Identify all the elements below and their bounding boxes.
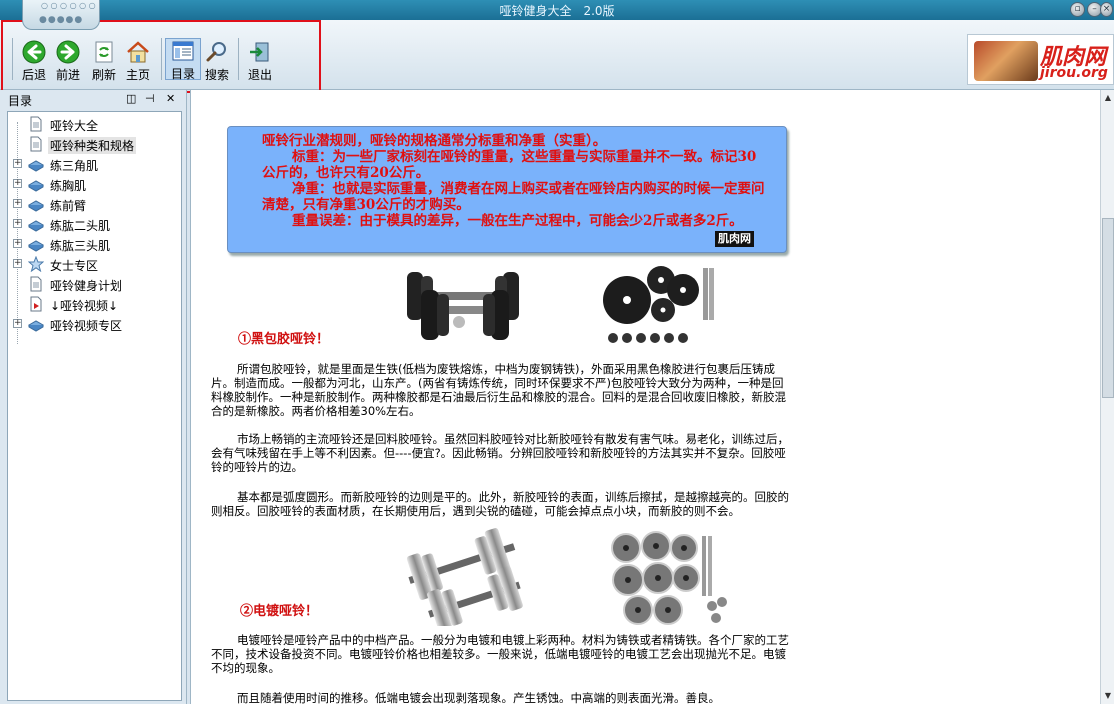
sidebar-item-label: 哑铃健身计划 bbox=[50, 279, 123, 293]
site-logo[interactable]: 肌肉网 jirou.org bbox=[967, 34, 1114, 85]
notice-line: 净重：也就是实际重量，消费者在网上购买或者在哑铃店内购买的时候一定要问清楚，只有… bbox=[262, 181, 765, 213]
scroll-thumb[interactable] bbox=[1102, 218, 1114, 398]
section-title-chrome: ②电镀哑铃！ bbox=[240, 604, 319, 619]
paragraph: 基本都是弧度圆形。而新胶哑铃的边则是平的。此外，新胶哑铃的表面，训练后擦拭，是越… bbox=[211, 490, 789, 518]
paragraph: 电镀哑铃是哑铃产品中的中档产品。一般分为电镀和电镀上彩两种。材料为铸铁或者精铸铁… bbox=[211, 633, 789, 675]
pin-icon[interactable]: ⊣ bbox=[145, 92, 155, 105]
star-icon bbox=[27, 255, 45, 273]
video-page-icon bbox=[28, 296, 44, 312]
notice-tag: 肌肉网 bbox=[715, 231, 754, 247]
scroll-down-icon[interactable]: ▼ bbox=[1102, 690, 1114, 702]
page-icon bbox=[28, 136, 44, 152]
book-icon bbox=[27, 216, 45, 232]
sidebar-item-label: 哑铃大全 bbox=[50, 119, 99, 133]
sidebar-item-label: 练肱二头肌 bbox=[50, 219, 111, 233]
sidebar-item-label: 哑铃视频专区 bbox=[50, 319, 123, 333]
sidebar-item-label: 练肱三头肌 bbox=[50, 239, 111, 253]
expand-icon[interactable]: + bbox=[13, 319, 22, 328]
chrome-dumbbell-photo bbox=[406, 528, 523, 626]
sidebar-item-label: ↓哑铃视频↓ bbox=[50, 299, 119, 313]
dots-icon: ●●●●● bbox=[39, 15, 84, 25]
sidebar-item-label: 哑铃种类和规格 bbox=[48, 137, 137, 154]
sidebar-item[interactable]: + 练胸肌 bbox=[8, 174, 181, 194]
book-icon bbox=[27, 176, 45, 192]
sidebar-item[interactable]: + 练三角肌 bbox=[8, 154, 181, 174]
section-title-rubber: ①黑包胶哑铃！ bbox=[238, 332, 330, 347]
sidebar-item-label: 练前臂 bbox=[50, 199, 87, 213]
sidebar-title: 目录 bbox=[8, 94, 33, 108]
notice-box: 哑铃行业潜规则，哑铃的规格通常分标重和净重（实重）。 标重：为一些厂家标刻在哑铃… bbox=[227, 126, 787, 253]
sidebar-item-label: 练胸肌 bbox=[50, 179, 87, 193]
notice-line: 重量误差：由于模具的差异，一般在生产过程中，可能会少2斤或者多2斤。 bbox=[292, 213, 743, 229]
float-panel-icon[interactable]: ◫ bbox=[126, 92, 136, 105]
toc-tree: 哑铃大全哑铃种类和规格 + 练三角肌 + 练胸肌 + 练前臂 + 练肱二头肌 + 练肱三头肌 + 女士专… bbox=[7, 111, 182, 701]
close-panel-icon[interactable]: ✕ bbox=[166, 92, 175, 105]
vertical-scrollbar[interactable]: ▲ ▼ bbox=[1100, 90, 1114, 704]
sidebar-header: 目录 ◫ ⊣ ✕ bbox=[0, 90, 187, 108]
rubber-dumbbell-photo bbox=[407, 272, 519, 340]
expand-icon[interactable]: + bbox=[13, 259, 22, 268]
sidebar-item[interactable]: ↓哑铃视频↓ bbox=[8, 294, 181, 314]
book-icon bbox=[27, 196, 45, 212]
toc-sidebar: 目录 ◫ ⊣ ✕ 哑铃大全 哑铃种类和规格 + 练三角肌 + 练胸肌 + 练前臂 + 练肱二头肌 +… bbox=[0, 90, 187, 704]
notice-line: 哑铃行业潜规则，哑铃的规格通常分标重和净重（实重）。 bbox=[262, 133, 607, 149]
book-icon bbox=[27, 316, 45, 332]
expand-icon[interactable]: + bbox=[13, 239, 22, 248]
toolbar: 后退 前进 刷新 主页 目录 搜索 退出 肌肉网 jirou.org bbox=[0, 20, 1114, 93]
sidebar-item-label: 女士专区 bbox=[50, 259, 99, 273]
chrome-plates-photo bbox=[611, 531, 727, 625]
page-icon bbox=[28, 116, 44, 132]
sidebar-item[interactable]: + 练前臂 bbox=[8, 194, 181, 214]
expand-icon[interactable]: + bbox=[13, 199, 22, 208]
app-tab: ○ ○ ○ ○ ○ ○ ●●●●● bbox=[22, 0, 100, 30]
sidebar-item[interactable]: 哑铃种类和规格 bbox=[8, 134, 181, 154]
book-icon bbox=[27, 236, 45, 252]
paragraph: 所谓包胶哑铃，就是里面是生铁(低档为废铁熔炼，中档为废钢铸铁)，外面采用黑色橡胶… bbox=[211, 362, 786, 418]
restore-button[interactable]: ▫ bbox=[1070, 2, 1085, 17]
page-icon bbox=[28, 276, 44, 292]
toolbar-highlight-box bbox=[1, 20, 321, 93]
expand-icon[interactable]: + bbox=[13, 159, 22, 168]
sidebar-item[interactable]: + 女士专区 bbox=[8, 254, 181, 274]
sidebar-item[interactable]: 哑铃大全 bbox=[8, 114, 181, 134]
sidebar-item[interactable]: + 哑铃视频专区 bbox=[8, 314, 181, 334]
sidebar-item[interactable]: + 练肱三头肌 bbox=[8, 234, 181, 254]
book-icon bbox=[27, 156, 45, 172]
paragraph: 市场上畅销的主流哑铃还是回料胶哑铃。虽然回料胶哑铃对比新胶哑铃有散发有害气味。易… bbox=[211, 432, 789, 474]
title-bar: ○ ○ ○ ○ ○ ○ ●●●●● 哑铃健身大全 2.0版 ▫ – × bbox=[0, 0, 1114, 30]
window-title: 哑铃健身大全 2.0版 bbox=[499, 4, 615, 18]
expand-icon[interactable]: + bbox=[13, 219, 22, 228]
sidebar-item[interactable]: 哑铃健身计划 bbox=[8, 274, 181, 294]
ring-binding-icon: ○ ○ ○ ○ ○ ○ bbox=[41, 1, 96, 10]
document-view[interactable]: 哑铃行业潜规则，哑铃的规格通常分标重和净重（实重）。 标重：为一些厂家标刻在哑铃… bbox=[190, 90, 1100, 704]
paragraph: 而且随着使用时间的推移。低端电镀会出现剥落现象。产生锈蚀。中高端的则表面光滑。善… bbox=[237, 691, 720, 704]
scroll-up-icon[interactable]: ▲ bbox=[1102, 92, 1114, 104]
sidebar-item-label: 练三角肌 bbox=[50, 159, 99, 173]
close-button[interactable]: × bbox=[1100, 2, 1113, 17]
logo-url: jirou.org bbox=[1040, 65, 1108, 81]
notice-line: 标重：为一些厂家标刻在哑铃的重量，这些重量与实际重量并不一致。标记30公斤的，也… bbox=[262, 149, 757, 181]
expand-icon[interactable]: + bbox=[13, 179, 22, 188]
dumbbell-plates-photo bbox=[603, 266, 714, 343]
sidebar-item[interactable]: + 练肱二头肌 bbox=[8, 214, 181, 234]
logo-figures-image bbox=[974, 41, 1038, 81]
